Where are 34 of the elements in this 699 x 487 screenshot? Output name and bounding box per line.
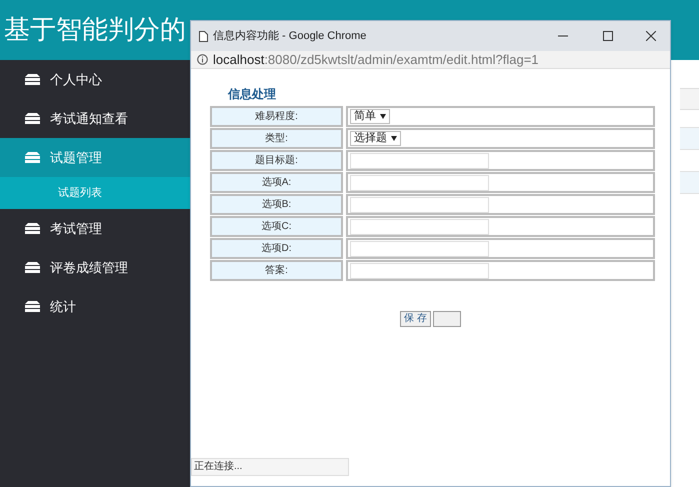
field-label: 选项C: — [210, 216, 343, 237]
info-icon[interactable] — [197, 54, 208, 65]
input-field[interactable] — [350, 174, 489, 190]
maximize-icon[interactable] — [603, 31, 613, 41]
input-field[interactable] — [350, 196, 489, 212]
dropdown[interactable]: 选择题 — [350, 131, 401, 146]
input-field[interactable] — [350, 152, 489, 168]
input-field[interactable] — [350, 240, 489, 256]
field-label: 难易程度: — [210, 106, 343, 127]
app-title: 基于智能判分的 — [4, 14, 186, 46]
stack-icon — [25, 74, 40, 85]
field-label: 类型: — [210, 128, 343, 149]
field-label: 选项D: — [210, 238, 343, 259]
field-label: 选项A: — [210, 172, 343, 193]
close-icon[interactable] — [646, 31, 656, 41]
field-label: 选项B: — [210, 194, 343, 215]
form-button[interactable] — [432, 311, 461, 327]
field-label: 答案: — [210, 260, 343, 281]
dropdown-arrow-icon — [391, 136, 397, 141]
field-label: 题目标题: — [210, 150, 343, 171]
stack-icon — [25, 152, 40, 163]
input-field[interactable] — [350, 262, 489, 278]
form-heading: 信息处理 — [228, 86, 276, 103]
stack-icon — [25, 301, 40, 312]
form-button[interactable]: 保 存 — [400, 311, 431, 327]
dropdown[interactable]: 简单 — [350, 109, 390, 124]
stack-icon — [25, 113, 40, 124]
window-title: 信息内容功能 - Google Chrome — [213, 28, 368, 44]
dropdown-arrow-icon — [380, 114, 386, 119]
stack-icon — [25, 262, 40, 273]
input-field[interactable] — [350, 218, 489, 234]
stack-icon — [25, 223, 40, 234]
page-icon — [199, 30, 208, 42]
status-bar: 正在连接... — [191, 458, 349, 476]
